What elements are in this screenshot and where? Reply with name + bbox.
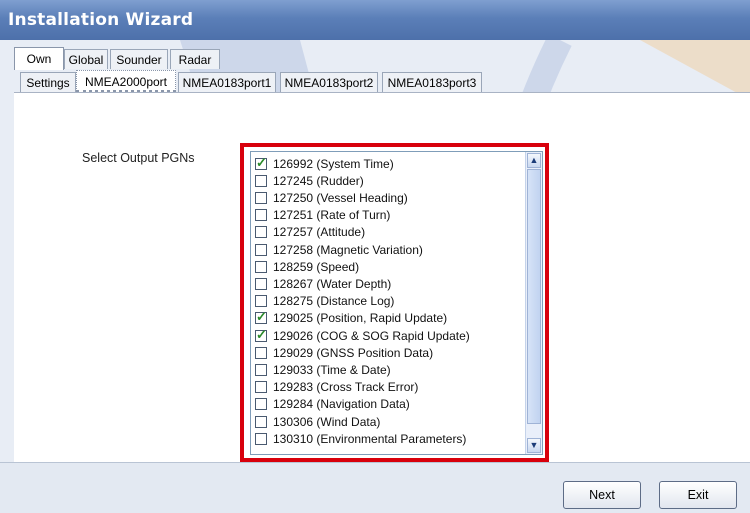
pgn-checkbox[interactable]: [255, 381, 267, 394]
scroll-up-icon[interactable]: ▲: [527, 153, 541, 168]
pgn-list-item[interactable]: 130310 (Environmental Parameters): [255, 430, 466, 447]
tab-nmea0183port3[interactable]: NMEA0183port3: [382, 72, 482, 92]
tab-radar[interactable]: Radar: [170, 49, 220, 69]
pgn-checklist[interactable]: 126992 (System Time) 127245 (Rudder) 12725…: [250, 151, 543, 455]
pgn-list-item[interactable]: 129033 (Time & Date): [255, 361, 391, 378]
pgn-label: 129284 (Navigation Data): [273, 397, 410, 412]
pgn-label: 129025 (Position, Rapid Update): [273, 311, 448, 326]
pgn-checkbox[interactable]: [255, 415, 267, 428]
pgn-label: 127250 (Vessel Heading): [273, 190, 408, 205]
pgn-list-item[interactable]: 127251 (Rate of Turn): [255, 207, 390, 224]
pgn-label: 128259 (Speed): [273, 259, 360, 274]
tab-global[interactable]: Global: [64, 49, 108, 69]
pgn-checkbox[interactable]: [255, 432, 267, 445]
window-title: Installation Wizard: [8, 10, 194, 30]
pgn-list-item[interactable]: 127250 (Vessel Heading): [255, 189, 408, 206]
pgn-label: 127251 (Rate of Turn): [273, 208, 391, 223]
next-button[interactable]: Next: [563, 481, 641, 509]
pgn-list-item[interactable]: 129284 (Navigation Data): [255, 396, 410, 413]
scroll-thumb[interactable]: [527, 169, 541, 424]
select-output-pgns-label: Select Output PGNs: [82, 151, 195, 165]
pgn-checkbox[interactable]: [255, 209, 267, 222]
pgn-label: 129029 (GNSS Position Data): [273, 345, 434, 360]
pgn-label: 127257 (Attitude): [273, 225, 366, 240]
pgn-list-item[interactable]: 129025 (Position, Rapid Update): [255, 309, 448, 327]
pgn-checkbox[interactable]: [255, 346, 267, 359]
pgn-checkbox[interactable]: [255, 398, 267, 411]
pgn-list-item[interactable]: 129029 (GNSS Position Data): [255, 344, 433, 361]
pgn-label: 128267 (Water Depth): [273, 276, 392, 291]
pgn-label: 130310 (Environmental Parameters): [273, 431, 467, 446]
tab-settings[interactable]: Settings: [20, 72, 76, 92]
pgn-checkbox[interactable]: [255, 260, 267, 273]
pgn-label: 129033 (Time & Date): [273, 362, 391, 377]
title-bar: Installation Wizard: [0, 0, 750, 40]
scroll-down-icon[interactable]: ▼: [527, 438, 541, 453]
tab-nmea0183port2[interactable]: NMEA0183port2: [280, 72, 378, 92]
pgn-list-item[interactable]: 129026 (COG & SOG Rapid Update): [255, 327, 470, 344]
pgn-list-item[interactable]: 126992 (System Time): [255, 155, 394, 172]
pgn-list-item[interactable]: 128267 (Water Depth): [255, 275, 391, 292]
pgn-checkbox[interactable]: [255, 295, 267, 308]
pgn-list-item[interactable]: 127257 (Attitude): [255, 224, 365, 241]
pgn-label: 128275 (Distance Log): [273, 294, 395, 309]
wizard-window: Own Global Sounder Radar Settings NMEA20…: [0, 40, 750, 513]
wizard-footer: Next Exit: [0, 462, 750, 513]
pgn-list-item[interactable]: 127245 (Rudder): [255, 172, 364, 189]
pgn-list-item[interactable]: 127258 (Magnetic Variation): [255, 241, 423, 258]
pgn-checkbox[interactable]: [255, 226, 267, 239]
pgn-list-item[interactable]: 128259 (Speed): [255, 258, 359, 275]
tab-own[interactable]: Own: [14, 47, 64, 70]
tab-nmea0183port1[interactable]: NMEA0183port1: [178, 72, 276, 92]
exit-button[interactable]: Exit: [659, 481, 737, 509]
pgn-label: 127258 (Magnetic Variation): [273, 242, 423, 257]
pgn-checkbox[interactable]: [255, 277, 267, 290]
pgn-checkbox[interactable]: [255, 363, 267, 376]
pgn-label: 129026 (COG & SOG Rapid Update): [273, 328, 470, 343]
tab-nmea2000port[interactable]: NMEA2000port: [76, 70, 176, 93]
pgn-checkbox[interactable]: [255, 309, 267, 325]
pgn-checkbox[interactable]: [255, 174, 267, 187]
pgn-checkbox[interactable]: [255, 243, 267, 256]
pgn-checkbox[interactable]: [255, 155, 267, 171]
pgn-checkbox[interactable]: [255, 191, 267, 204]
tab-sounder[interactable]: Sounder: [110, 49, 168, 69]
pgn-list-item[interactable]: 129283 (Cross Track Error): [255, 379, 418, 396]
scrollbar[interactable]: ▲ ▼: [525, 152, 542, 454]
pgn-label: 127245 (Rudder): [273, 173, 364, 188]
pgn-label: 130306 (Wind Data): [273, 414, 381, 429]
pgn-label: 129283 (Cross Track Error): [273, 380, 419, 395]
pgn-list-item[interactable]: 130306 (Wind Data): [255, 413, 380, 430]
pgn-checkbox[interactable]: [255, 327, 267, 343]
pgn-label: 126992 (System Time): [273, 156, 394, 171]
pgn-list-item[interactable]: 128275 (Distance Log): [255, 293, 394, 310]
